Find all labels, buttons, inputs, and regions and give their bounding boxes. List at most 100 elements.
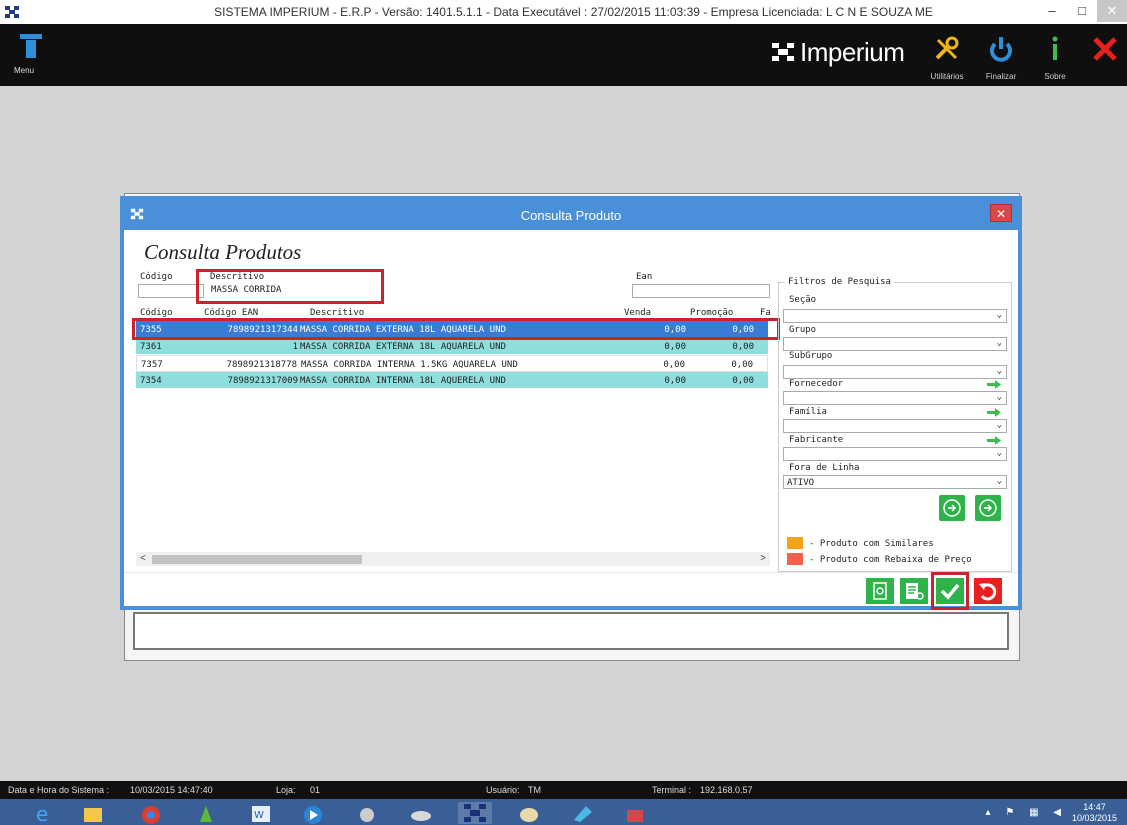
codigo-input[interactable] bbox=[138, 284, 204, 298]
cell-ean: 1 bbox=[292, 342, 298, 352]
brand-name: Imperium bbox=[800, 36, 905, 67]
selected-row-highlight bbox=[132, 318, 780, 340]
filters-title: Filtros de Pesquisa bbox=[785, 277, 894, 287]
advanced-search-button[interactable] bbox=[975, 495, 1001, 521]
chevron-down-icon: ⌄ bbox=[996, 310, 1002, 320]
arrow-right-icon[interactable] bbox=[987, 408, 1001, 417]
status-bar: Data e Hora do Sistema : 10/03/2015 14:4… bbox=[0, 781, 1127, 799]
fora-de-linha-value: ATIVO bbox=[787, 478, 815, 488]
familia-label: Família bbox=[789, 407, 827, 417]
app-leaf-icon[interactable] bbox=[190, 802, 224, 824]
usuario-value: TM bbox=[528, 785, 541, 795]
media-player-icon[interactable] bbox=[296, 802, 330, 824]
arrow-right-icon[interactable] bbox=[987, 436, 1001, 445]
info-icon bbox=[1052, 36, 1058, 60]
col-venda[interactable]: Venda bbox=[624, 308, 651, 318]
ean-input[interactable] bbox=[632, 284, 770, 298]
descritivo-highlight bbox=[196, 269, 384, 304]
scroll-right-icon[interactable]: > bbox=[756, 552, 770, 566]
clock-time: 14:47 bbox=[1083, 802, 1106, 812]
notes-icon[interactable] bbox=[566, 802, 600, 824]
briefcase-icon[interactable] bbox=[618, 802, 652, 824]
search-button[interactable] bbox=[939, 495, 965, 521]
network-app-icon[interactable] bbox=[404, 802, 438, 824]
circle-arrow-icon bbox=[979, 499, 997, 517]
cancel-button[interactable] bbox=[974, 578, 1002, 604]
cell-venda: 0,00 bbox=[664, 342, 686, 352]
clock[interactable]: 14:47 10/03/2015 bbox=[1072, 802, 1117, 824]
explorer-icon[interactable] bbox=[76, 802, 110, 824]
usuario-label: Usuário: bbox=[486, 785, 520, 795]
fora-de-linha-label: Fora de Linha bbox=[789, 463, 860, 473]
brand-logo: Imperium bbox=[772, 35, 905, 69]
cell-descritivo: MASSA CORRIDA INTERNA 1.5KG AQUARELA UND bbox=[301, 360, 518, 370]
details-button[interactable] bbox=[900, 578, 928, 604]
scroll-left-icon[interactable]: < bbox=[136, 552, 150, 566]
chevron-down-icon: ⌄ bbox=[996, 392, 1002, 402]
chevron-down-icon: ⌄ bbox=[996, 476, 1002, 486]
table-row[interactable]: 7354 7898921317009 MASSA CORRIDA INTERNA… bbox=[136, 372, 768, 389]
legend-similares-text: - Produto com Similares bbox=[809, 539, 934, 549]
background-panel bbox=[133, 612, 1009, 650]
circle-arrow-icon bbox=[943, 499, 961, 517]
grupo-select[interactable]: ⌄ bbox=[783, 337, 1007, 351]
exit-button[interactable] bbox=[1080, 30, 1127, 84]
legend-similares-swatch bbox=[787, 537, 803, 549]
power-icon bbox=[990, 37, 1012, 62]
table-row[interactable]: 7357 7898921318778 MASSA CORRIDA INTERNA… bbox=[136, 355, 768, 372]
system-tray-icons[interactable]: ▴ ⚑ ▦ ◀ bbox=[986, 807, 1067, 818]
col-codigo-ean[interactable]: Código EAN bbox=[204, 308, 258, 318]
familia-select[interactable]: ⌄ bbox=[783, 419, 1007, 433]
scroll-thumb[interactable] bbox=[152, 555, 362, 564]
horizontal-scrollbar[interactable]: < > bbox=[136, 552, 770, 566]
tools-icon bbox=[935, 36, 959, 60]
list-search-icon bbox=[906, 583, 924, 600]
word-icon[interactable]: W bbox=[244, 802, 278, 824]
ean-label: Ean bbox=[636, 272, 653, 282]
svg-text:W: W bbox=[254, 810, 264, 821]
minimize-button[interactable]: – bbox=[1037, 0, 1067, 22]
col-codigo[interactable]: Código bbox=[140, 308, 173, 318]
filters-panel: Filtros de Pesquisa Seção ⌄ Grupo ⌄ SubG… bbox=[778, 277, 1012, 572]
terminal-label: Terminal : bbox=[652, 785, 692, 795]
col-fa[interactable]: Fa bbox=[760, 308, 771, 318]
window-titlebar: SISTEMA IMPERIUM - E.R.P - Versão: 1401.… bbox=[0, 0, 1127, 24]
table-row[interactable]: 7361 1 MASSA CORRIDA EXTERNA 18L AQUAREL… bbox=[136, 338, 768, 355]
utilitarios-button[interactable]: Utilitários bbox=[922, 30, 972, 84]
cell-descritivo: MASSA CORRIDA INTERNA 18L AQUERELA UND bbox=[300, 376, 506, 386]
window-close-button[interactable]: ✕ bbox=[1097, 0, 1127, 22]
subgrupo-select[interactable]: ⌄ bbox=[783, 365, 1007, 379]
subgrupo-label: SubGrupo bbox=[789, 351, 833, 361]
document-search-icon bbox=[873, 582, 887, 600]
view-product-button[interactable] bbox=[866, 578, 894, 604]
loja-label: Loja: bbox=[276, 785, 296, 795]
window-title: SISTEMA IMPERIUM - E.R.P - Versão: 1401.… bbox=[214, 5, 933, 19]
cell-promocao: 0,00 bbox=[732, 342, 754, 352]
chrome-icon[interactable] bbox=[134, 802, 168, 824]
consulta-produto-dialog: Consulta Produto ✕ Consulta Produtos Cód… bbox=[120, 196, 1022, 610]
col-descritivo[interactable]: Descritivo bbox=[310, 308, 364, 318]
fora-de-linha-select[interactable]: ATIVO ⌄ bbox=[783, 475, 1007, 489]
undo-icon bbox=[979, 583, 997, 601]
fornecedor-select[interactable]: ⌄ bbox=[783, 391, 1007, 405]
secao-select[interactable]: ⌄ bbox=[783, 309, 1007, 323]
sobre-button[interactable]: Sobre bbox=[1030, 30, 1080, 84]
dialog-header: Consulta Produto ✕ bbox=[124, 200, 1018, 230]
col-promocao[interactable]: Promoção bbox=[690, 308, 733, 318]
chevron-down-icon: ⌄ bbox=[996, 420, 1002, 430]
chevron-down-icon: ⌄ bbox=[996, 338, 1002, 348]
arrow-right-icon[interactable] bbox=[987, 380, 1001, 389]
fabricante-select[interactable]: ⌄ bbox=[783, 447, 1007, 461]
maximize-button[interactable]: □ bbox=[1067, 0, 1097, 22]
datetime-label: Data e Hora do Sistema : bbox=[8, 785, 110, 795]
sobre-label: Sobre bbox=[1044, 72, 1066, 81]
webcam-icon[interactable] bbox=[350, 802, 384, 824]
cell-ean: 7898921318778 bbox=[226, 360, 297, 370]
dialog-close-button[interactable]: ✕ bbox=[990, 204, 1012, 222]
app-toolbar: Menu Imperium Utilitários Finalizar Sobr… bbox=[0, 24, 1127, 86]
ie-icon[interactable]: e bbox=[26, 802, 60, 825]
imperium-taskbar-icon[interactable] bbox=[458, 802, 492, 824]
menu-button[interactable]: Menu bbox=[14, 34, 50, 78]
paint-icon[interactable] bbox=[512, 802, 546, 824]
finalizar-button[interactable]: Finalizar bbox=[976, 30, 1026, 84]
